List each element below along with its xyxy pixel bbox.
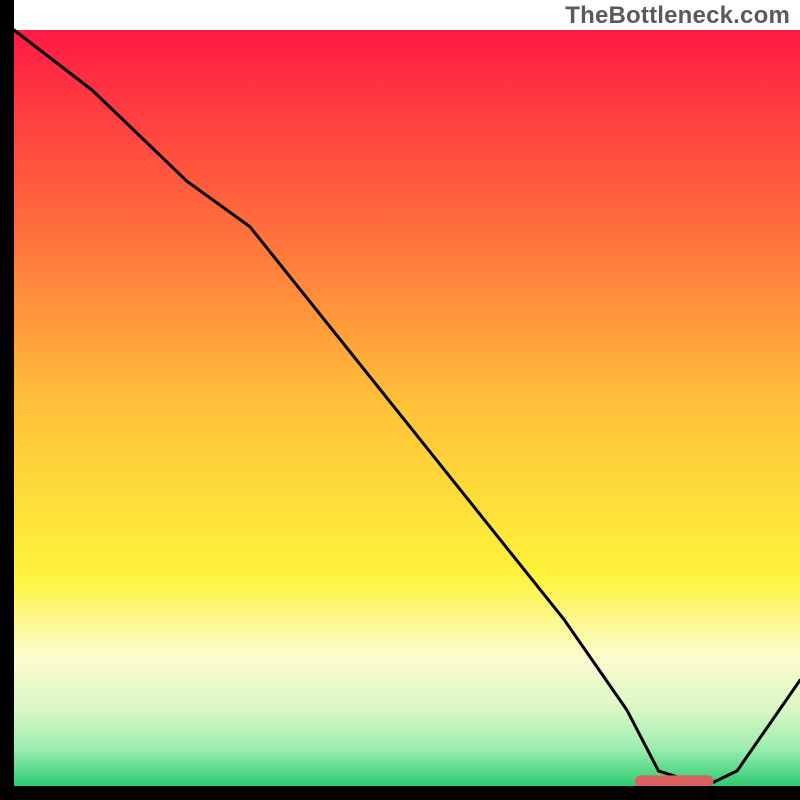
chart-canvas: [0, 0, 800, 800]
chart-frame: TheBottleneck.com: [0, 0, 800, 800]
x-axis: [0, 786, 800, 800]
y-axis: [0, 0, 14, 800]
plot-background: [14, 30, 800, 786]
optimal-range-marker: [635, 775, 714, 787]
